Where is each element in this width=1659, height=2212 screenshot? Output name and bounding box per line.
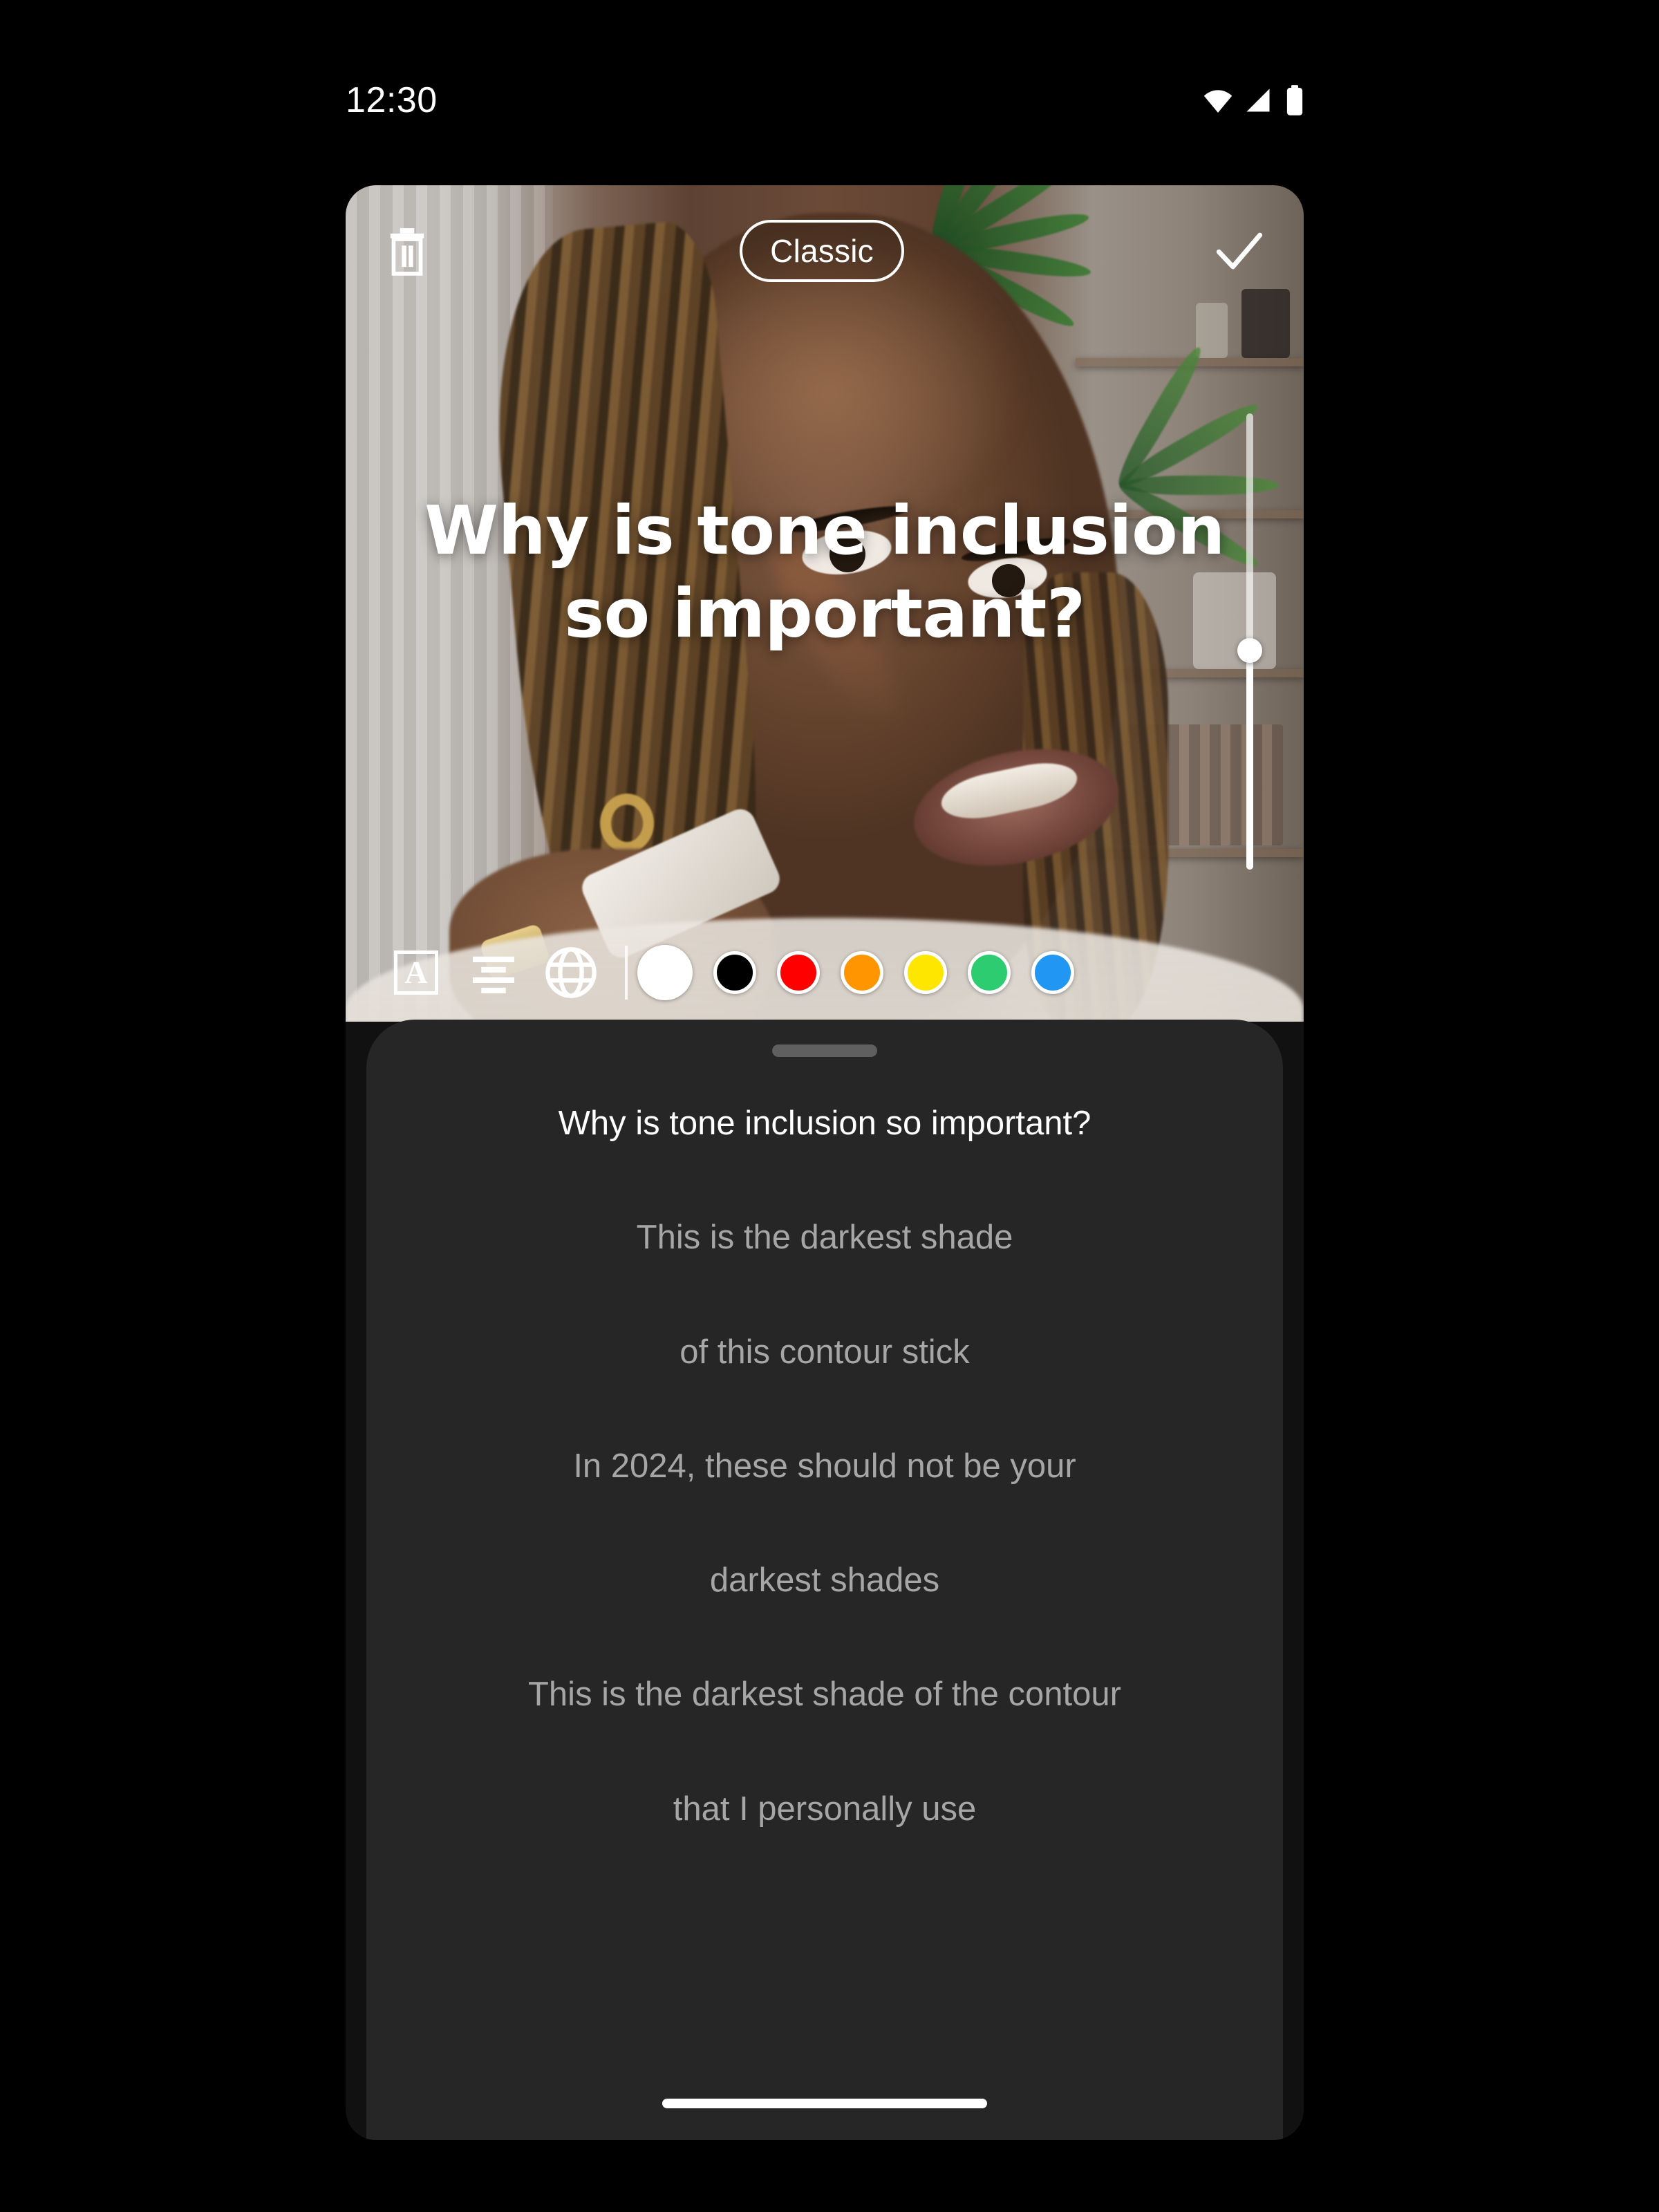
color-swatch-white[interactable]	[637, 945, 693, 1000]
color-swatch-yellow[interactable]	[904, 951, 947, 994]
trash-icon[interactable]	[386, 226, 429, 276]
color-swatch-green[interactable]	[968, 951, 1011, 994]
text-size-slider[interactable]	[1236, 413, 1264, 870]
transcript-line-gap	[366, 1259, 1283, 1331]
text-style-preset-button[interactable]: Classic	[740, 220, 904, 282]
overlay-caption-text[interactable]: Why is tone inclusion so important?	[387, 489, 1262, 656]
transcript-line[interactable]: In 2024, these should not be your	[366, 1445, 1283, 1488]
check-icon[interactable]	[1215, 230, 1264, 272]
phone-screen: Classic Why is tone inclusion so importa…	[346, 185, 1304, 2140]
video-canvas[interactable]: Classic Why is tone inclusion so importa…	[346, 185, 1304, 1022]
transcript-line-gap	[366, 1488, 1283, 1559]
transcript-line-gap	[366, 1716, 1283, 1788]
battery-icon	[1286, 85, 1303, 115]
transcript-line[interactable]: This is the darkest shade of the contour	[366, 1674, 1283, 1716]
editor-top-bar: Classic	[346, 185, 1304, 317]
color-swatch-red[interactable]	[777, 951, 820, 994]
slider-thumb[interactable]	[1237, 638, 1262, 664]
transcript-line-gap	[366, 1145, 1283, 1217]
text-style-tool[interactable]: A	[377, 934, 455, 1011]
status-time: 12:30	[346, 80, 438, 120]
color-swatch-black[interactable]	[713, 951, 756, 994]
slider-fill	[1246, 650, 1253, 870]
transcript-line[interactable]: Why is tone inclusion so important?	[366, 1103, 1283, 1145]
transcript-line[interactable]: of this contour stick	[366, 1331, 1283, 1374]
transcript-line-gap	[366, 1374, 1283, 1445]
status-icons	[1203, 84, 1306, 116]
tool-divider	[625, 946, 628, 1000]
align-center-icon	[473, 956, 514, 993]
drag-handle[interactable]	[772, 1044, 877, 1057]
home-indicator	[662, 2099, 987, 2108]
color-swatch-orange[interactable]	[841, 951, 883, 994]
font-letter-a-icon: A	[394, 950, 438, 995]
transcript-line-gap	[366, 1602, 1283, 1674]
transcript-line[interactable]: that I personally use	[366, 1788, 1283, 1830]
language-tool[interactable]	[532, 934, 610, 1011]
color-swatch-list	[637, 945, 1074, 1000]
screenshot-root: 12:30 Classic Why is tone inclusion so i…	[0, 0, 1659, 2212]
status-bar: 12:30	[346, 69, 1306, 131]
transcript-list: Why is tone inclusion so important? This …	[366, 1103, 1283, 1830]
wifi-icon	[1203, 90, 1232, 113]
globe-icon	[545, 947, 597, 998]
cellular-signal-icon	[1246, 88, 1270, 112]
transcript-bottom-sheet[interactable]: Why is tone inclusion so important? This …	[366, 1020, 1283, 2140]
transcript-line[interactable]: darkest shades	[366, 1559, 1283, 1602]
color-swatch-blue[interactable]	[1031, 951, 1074, 994]
editor-tool-row: A	[346, 924, 1304, 1022]
transcript-line[interactable]: This is the darkest shade	[366, 1217, 1283, 1259]
text-align-tool[interactable]	[455, 934, 532, 1011]
